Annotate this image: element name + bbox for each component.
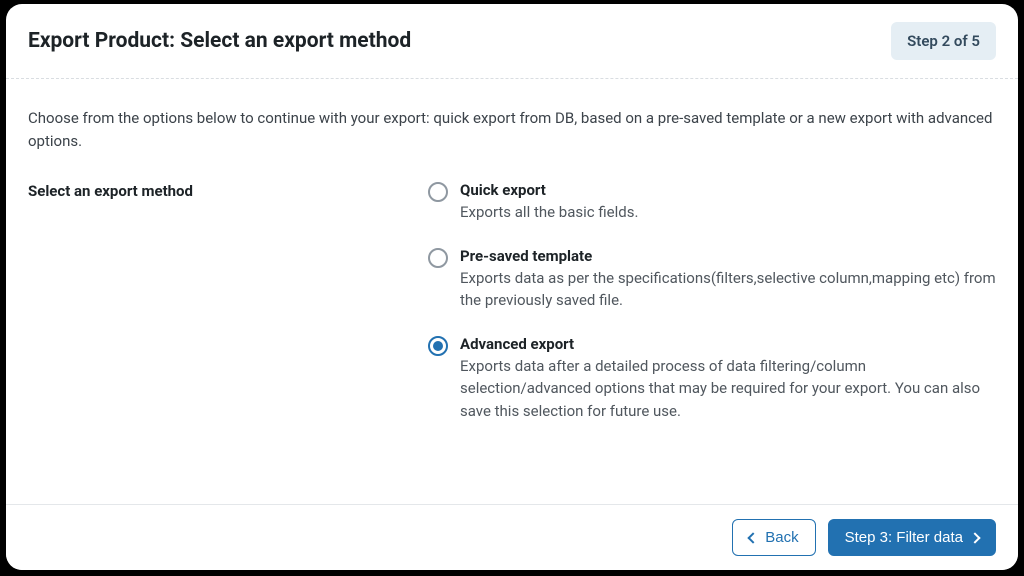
chevron-left-icon	[748, 532, 759, 543]
export-method-label: Select an export method	[28, 180, 428, 200]
option-description: Exports all the basic fields.	[460, 203, 638, 221]
wizard-footer: Back Step 3: Filter data	[6, 504, 1018, 570]
option-quick-export[interactable]: Quick export Exports all the basic field…	[428, 180, 996, 224]
wizard-body: Choose from the options below to continu…	[6, 79, 1018, 504]
option-description: Exports data after a detailed process of…	[460, 357, 980, 420]
back-button-label: Back	[765, 530, 798, 545]
option-description: Exports data as per the specifications(f…	[460, 269, 996, 310]
option-title: Advanced export	[460, 335, 574, 353]
page-title: Export Product: Select an export method	[28, 29, 411, 53]
wizard-header: Export Product: Select an export method …	[6, 4, 1018, 79]
radio-icon	[428, 182, 448, 202]
next-button[interactable]: Step 3: Filter data	[828, 519, 996, 556]
option-pre-saved-template[interactable]: Pre-saved template Exports data as per t…	[428, 246, 996, 312]
radio-icon	[428, 248, 448, 268]
step-indicator-badge: Step 2 of 5	[891, 22, 996, 60]
export-method-row: Select an export method Quick export Exp…	[28, 180, 996, 444]
radio-icon	[428, 336, 448, 356]
chevron-right-icon	[969, 532, 980, 543]
option-title: Quick export	[460, 181, 546, 199]
export-wizard-card: Export Product: Select an export method …	[6, 4, 1018, 570]
export-method-options: Quick export Exports all the basic field…	[428, 180, 996, 444]
option-text: Quick export Exports all the basic field…	[460, 180, 996, 224]
next-button-label: Step 3: Filter data	[845, 530, 963, 545]
option-advanced-export[interactable]: Advanced export Exports data after a det…	[428, 334, 996, 423]
option-text: Pre-saved template Exports data as per t…	[460, 246, 996, 312]
option-text: Advanced export Exports data after a det…	[460, 334, 996, 423]
back-button[interactable]: Back	[732, 519, 815, 556]
option-title: Pre-saved template	[460, 247, 592, 265]
intro-text: Choose from the options below to continu…	[28, 107, 996, 152]
